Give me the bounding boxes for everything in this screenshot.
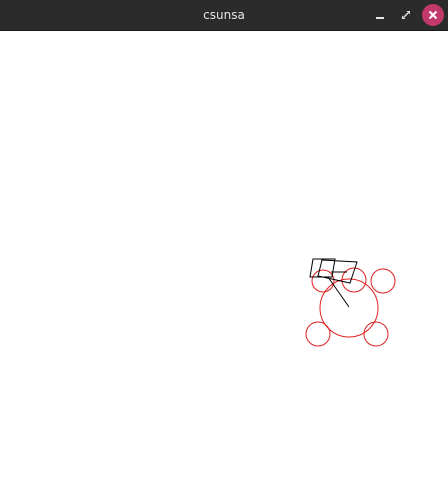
maximize-icon [402,11,410,19]
minimize-icon [376,17,384,19]
close-icon [428,10,438,20]
maximize-button[interactable] [396,5,416,25]
drawing-canvas[interactable] [0,31,448,480]
close-button[interactable] [422,4,444,26]
red-circle-bottom-left [305,321,331,347]
red-circle-top-right [370,268,396,294]
app-window: csunsa [0,0,448,480]
title-bar[interactable]: csunsa [0,0,448,31]
red-circle-bottom-right [363,321,389,347]
drawing-svg [305,258,396,347]
minimize-button[interactable] [370,5,390,25]
